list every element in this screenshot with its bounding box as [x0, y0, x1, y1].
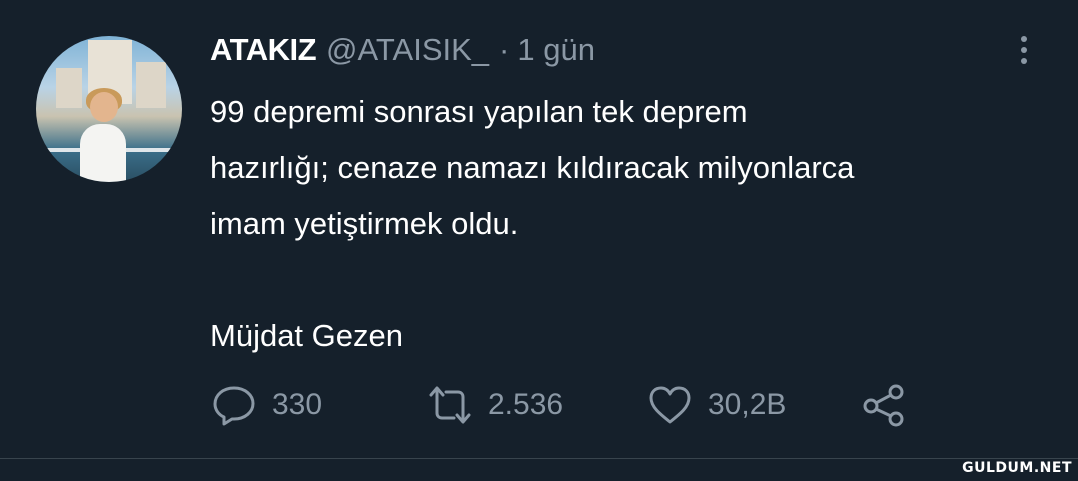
- retweet-icon: [429, 386, 471, 424]
- watermark-logo: GULDUM.NET: [962, 460, 1072, 476]
- tweet-header: ATAKIZ @ATAISIK_ · 1 gün: [210, 30, 595, 70]
- avatar[interactable]: [36, 36, 182, 182]
- reply-icon: [213, 386, 255, 426]
- tweet-line: hazırlığı; cenaze namazı kıldıracak mily…: [210, 150, 855, 185]
- share-button[interactable]: [860, 382, 908, 428]
- display-name[interactable]: ATAKIZ: [210, 32, 317, 68]
- retweet-button[interactable]: 2.536: [426, 382, 563, 428]
- tweet-line: imam yetiştirmek oldu.: [210, 206, 519, 241]
- divider: [0, 458, 1078, 459]
- reply-button[interactable]: 330: [210, 382, 322, 428]
- like-button[interactable]: 30,2B: [646, 382, 786, 428]
- tweet-signature: Müjdat Gezen: [210, 318, 403, 353]
- reply-count: 330: [272, 388, 323, 421]
- retweet-count: 2.536: [488, 388, 564, 421]
- more-options-icon[interactable]: [1012, 30, 1036, 70]
- heart-icon: [649, 386, 691, 424]
- tweet-time[interactable]: 1 gün: [517, 32, 595, 68]
- separator-dot: ·: [499, 32, 510, 67]
- share-icon: [863, 384, 904, 427]
- tweet-line: 99 depremi sonrası yapılan tek deprem: [210, 94, 748, 129]
- tweet-actions: 330 2.536 30,2B: [210, 382, 930, 428]
- tweet-text: 99 depremi sonrası yapılan tek deprem ha…: [210, 84, 1060, 364]
- user-handle[interactable]: @ATAISIK_: [326, 32, 489, 68]
- like-count: 30,2B: [708, 388, 787, 421]
